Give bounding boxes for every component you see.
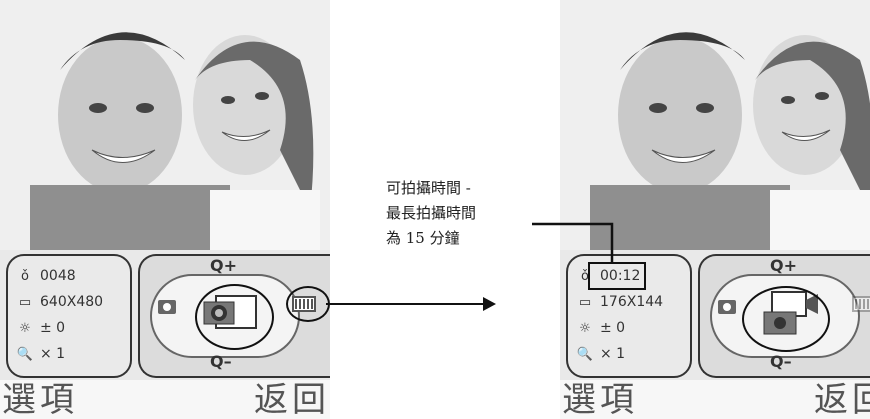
preview-photo bbox=[0, 0, 330, 250]
brightness-icon: ☼ bbox=[579, 320, 591, 336]
arrow-head bbox=[483, 297, 496, 311]
shots-remaining: 0048 bbox=[40, 268, 76, 284]
brightness-value: ± 0 bbox=[40, 320, 66, 336]
back-softkey[interactable]: 返回 bbox=[814, 382, 870, 418]
zoom-in-label[interactable]: Q+ bbox=[210, 256, 237, 275]
zoom-value: × 1 bbox=[40, 346, 66, 362]
image-size-icon: ▭ bbox=[18, 294, 32, 310]
zoom-icon: 🔍 bbox=[16, 346, 34, 362]
zoom-row: 🔍 × 1 bbox=[576, 342, 626, 366]
brightness-row: ☼ ± 0 bbox=[18, 316, 65, 340]
annotation-line-1: 可拍攝時間 - bbox=[386, 179, 471, 197]
preview-photo-video bbox=[560, 0, 870, 250]
camera-icon[interactable] bbox=[158, 300, 176, 314]
zoom-out-label[interactable]: Q– bbox=[770, 352, 792, 371]
highlight-ring-video bbox=[742, 286, 830, 352]
options-softkey[interactable]: 選項 bbox=[2, 382, 78, 418]
zoom-row: 🔍 × 1 bbox=[16, 342, 66, 366]
highlight-ring-film bbox=[286, 286, 330, 322]
softkey-bar: 選項 返回 bbox=[0, 380, 330, 419]
annotation-line-2: 最長拍攝時間 bbox=[386, 204, 477, 222]
video-screen-right: ǒ 00:12 ▭ 176X144 ☼ ± 0 🔍 × 1 Q+ Q– 選項 返 bbox=[560, 0, 870, 419]
resolution-row: ▭ 640X480 bbox=[18, 290, 103, 314]
zoom-out-label[interactable]: Q– bbox=[210, 352, 232, 371]
image-size-icon: ▭ bbox=[578, 294, 592, 310]
brightness-row: ☼ ± 0 bbox=[578, 316, 625, 340]
annotation-line-3: 為 15 分鐘 bbox=[386, 229, 460, 247]
shots-remaining-row: ǒ 0048 bbox=[18, 264, 76, 288]
resolution-row: ▭ 176X144 bbox=[578, 290, 663, 314]
resolution-value: 176X144 bbox=[600, 294, 664, 310]
options-softkey[interactable]: 選項 bbox=[562, 382, 638, 418]
back-softkey[interactable]: 返回 bbox=[254, 382, 330, 418]
zoom-in-label[interactable]: Q+ bbox=[770, 256, 797, 275]
counter-icon: ǒ bbox=[21, 268, 29, 284]
resolution-value: 640X480 bbox=[40, 294, 104, 310]
camera-screen-left: ǒ 0048 ▭ 640X480 ☼ ± 0 🔍 × 1 Q+ Q– 選項 返回 bbox=[0, 0, 330, 419]
status-panel: ǒ 0048 ▭ 640X480 ☼ ± 0 🔍 × 1 bbox=[6, 254, 132, 378]
brightness-value: ± 0 bbox=[600, 320, 626, 336]
zoom-icon: 🔍 bbox=[576, 346, 594, 362]
highlight-box-time bbox=[588, 262, 646, 290]
softkey-bar: 選項 返回 bbox=[560, 380, 870, 419]
camera-icon[interactable] bbox=[718, 300, 736, 314]
highlight-ring-mode bbox=[195, 284, 274, 350]
zoom-value: × 1 bbox=[600, 346, 626, 362]
annotation-text: 可拍攝時間 - 最長拍攝時間 為 15 分鐘 bbox=[386, 176, 556, 251]
film-icon[interactable] bbox=[852, 296, 870, 312]
brightness-icon: ☼ bbox=[19, 320, 31, 336]
